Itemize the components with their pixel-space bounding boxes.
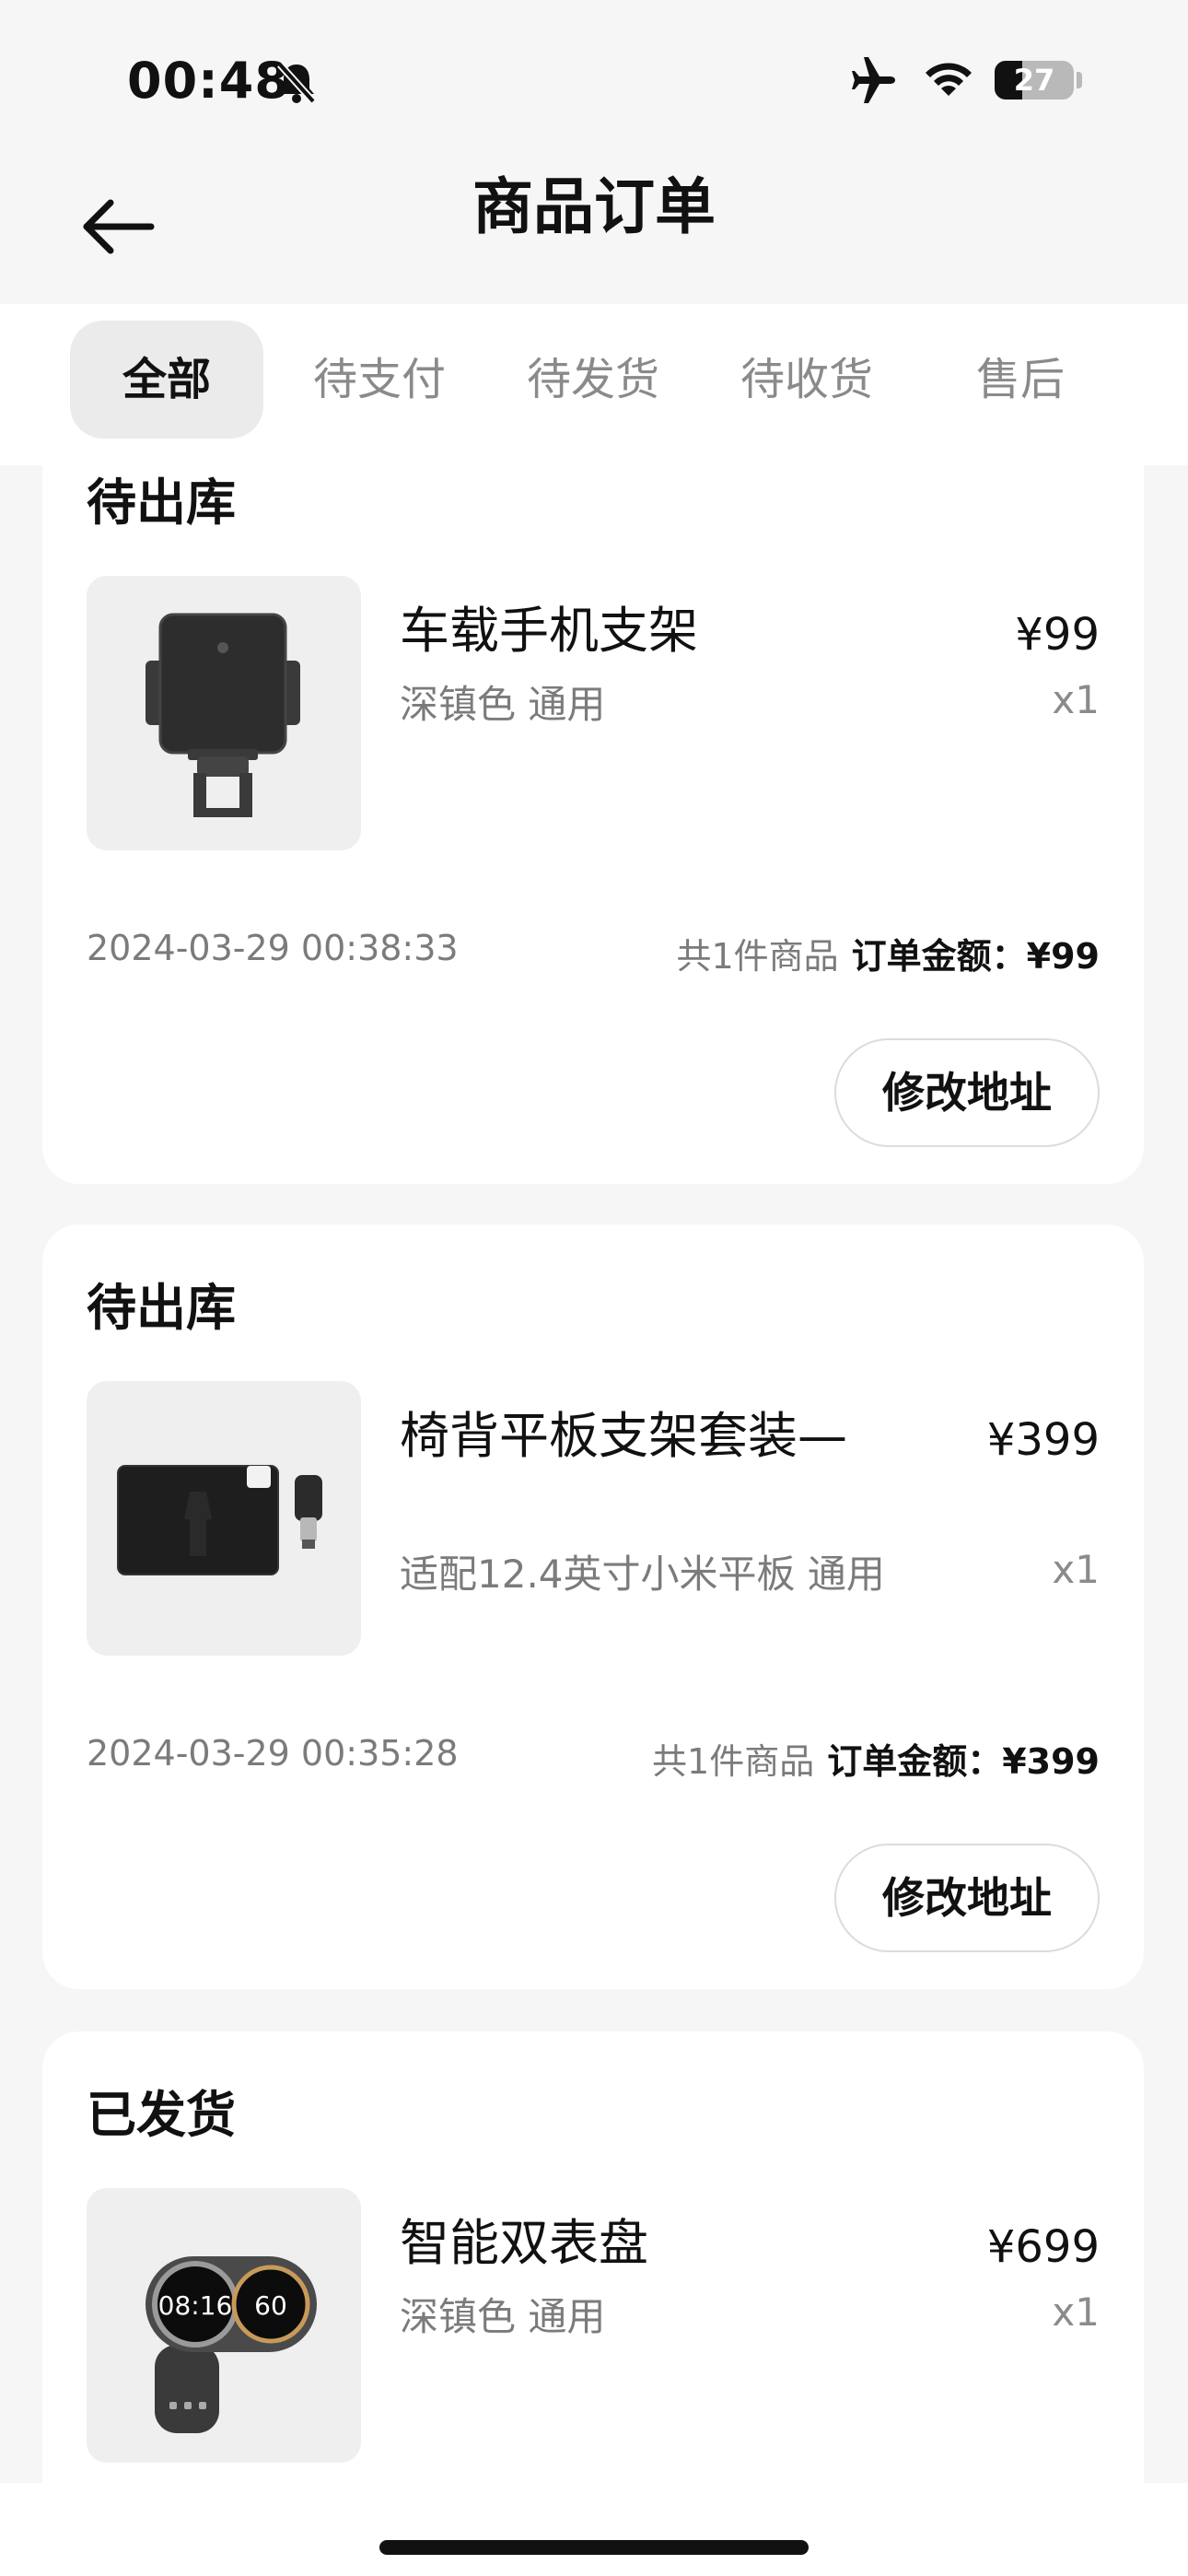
gauge-right-text: 60 [254, 2290, 287, 2321]
phone-holder-image [146, 613, 300, 817]
order-card[interactable]: 待出库 椅背平板支架套装— 适配12.4英寸小米平板 通用 ¥399 x1 20… [42, 1224, 1144, 1989]
order-list[interactable]: 待出库 车载手机支架 深镇色 通用 ¥99 x1 2024-03-29 00:3… [0, 465, 1188, 2483]
order-summary: 共1件商品 订单金额：¥99 [676, 928, 1100, 978]
order-time: 2024-03-29 00:35:28 [87, 1733, 459, 1774]
page-title: 商品订单 [472, 171, 716, 242]
tab-pending-payment[interactable]: 待支付 [287, 321, 472, 439]
arrow-left-icon [83, 199, 155, 254]
home-bar [0, 2483, 1188, 2576]
product-price: ¥99 [1015, 609, 1100, 661]
status-bar: 00:48 27 [0, 0, 1188, 157]
product-image[interactable] [87, 576, 361, 850]
tablet-holder-image [117, 1465, 322, 1575]
nav-header: 商品订单 [0, 157, 1188, 304]
battery-cap [1077, 72, 1082, 88]
tab-all[interactable]: 全部 [70, 321, 263, 439]
dual-gauge-image: 08:16 60 [146, 2256, 317, 2433]
home-indicator[interactable] [379, 2540, 809, 2555]
product-spec: 深镇色 通用 [400, 2294, 606, 2339]
product-name: 椅背平板支架套装— [400, 1407, 847, 1465]
order-time: 2024-03-29 00:38:33 [87, 928, 459, 968]
tab-pending-shipment[interactable]: 待发货 [501, 321, 685, 439]
product-image[interactable]: 08:16 60 [87, 2188, 361, 2463]
bell-slash-icon [276, 61, 317, 107]
gauge-left-text: 08:16 [158, 2290, 233, 2321]
modify-address-button[interactable]: 修改地址 [834, 1844, 1100, 1952]
battery-level: 27 [1013, 63, 1055, 98]
order-status: 待出库 [87, 474, 236, 532]
tab-bar: 全部 待支付 待发货 待收货 售后 [0, 304, 1188, 465]
status-time: 00:48 [127, 52, 290, 110]
back-button[interactable] [74, 175, 166, 267]
product-price: ¥699 [986, 2221, 1100, 2273]
product-quantity: x1 [1052, 1547, 1100, 1592]
order-card[interactable]: 待出库 车载手机支架 深镇色 通用 ¥99 x1 2024-03-29 00:3… [42, 465, 1144, 1184]
order-amount: ¥399 [1002, 1741, 1100, 1782]
product-name: 车载手机支架 [400, 602, 698, 660]
order-amount: ¥99 [1026, 936, 1100, 977]
item-count: 共1件商品 [652, 1741, 815, 1782]
tab-pending-receipt[interactable]: 待收货 [715, 321, 899, 439]
item-count: 共1件商品 [676, 936, 839, 977]
order-status: 待出库 [87, 1279, 236, 1337]
order-status: 已发货 [87, 2086, 236, 2144]
battery-icon: 27 [995, 61, 1074, 100]
modify-address-button[interactable]: 修改地址 [834, 1038, 1100, 1147]
wifi-icon [921, 59, 976, 103]
order-summary: 共1件商品 订单金额：¥399 [652, 1733, 1100, 1784]
product-image[interactable] [87, 1381, 361, 1656]
order-card[interactable]: 已发货 08:16 60 智能双表盘 深镇色 通用 ¥699 x1 [42, 2032, 1144, 2483]
airplane-icon [849, 57, 899, 107]
product-quantity: x1 [1052, 2289, 1100, 2335]
product-spec: 深镇色 通用 [400, 682, 606, 727]
product-name: 智能双表盘 [400, 2214, 648, 2272]
amount-label: 订单金额： [827, 1741, 1003, 1782]
product-quantity: x1 [1052, 677, 1100, 722]
product-spec: 适配12.4英寸小米平板 通用 [400, 1551, 885, 1597]
tab-after-sales[interactable]: 售后 [928, 321, 1112, 439]
product-price: ¥399 [986, 1414, 1100, 1466]
amount-label: 订单金额： [851, 936, 1027, 977]
